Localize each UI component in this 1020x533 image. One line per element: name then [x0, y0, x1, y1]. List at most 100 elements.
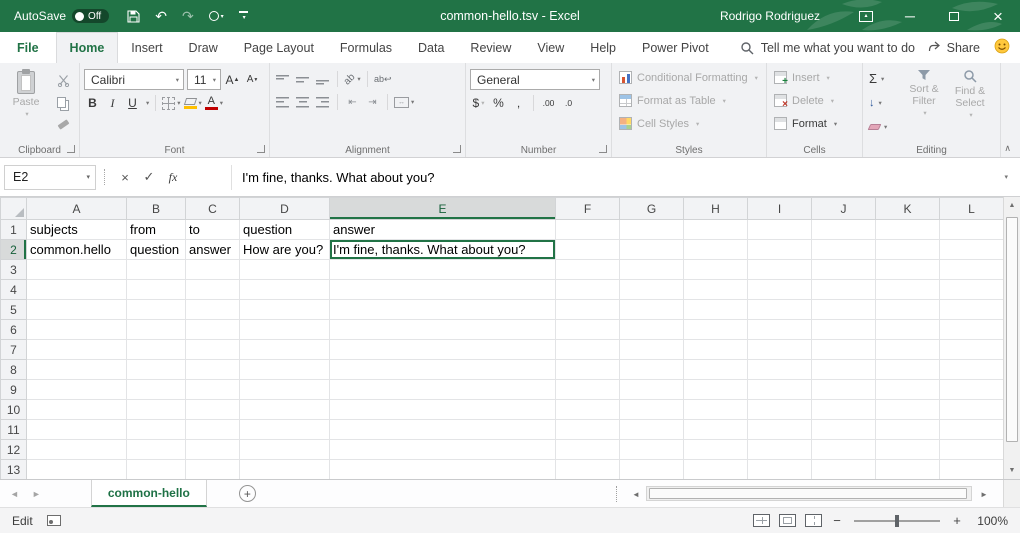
cell-E2[interactable]: I'm fine, thanks. What about you?: [330, 240, 556, 260]
cell-L9[interactable]: [940, 380, 1004, 400]
col-header-I[interactable]: I: [748, 198, 812, 220]
cell-H7[interactable]: [684, 340, 748, 360]
cell-A10[interactable]: [27, 400, 127, 420]
cell-I5[interactable]: [748, 300, 812, 320]
tab-data[interactable]: Data: [405, 32, 457, 63]
col-header-D[interactable]: D: [240, 198, 330, 220]
row-header-4[interactable]: 4: [1, 280, 27, 300]
cell-L3[interactable]: [940, 260, 1004, 280]
tab-view[interactable]: View: [524, 32, 577, 63]
cell-B8[interactable]: [127, 360, 186, 380]
paste-button[interactable]: Paste ▾: [4, 66, 48, 130]
autosave-toggle[interactable]: AutoSave Off: [14, 9, 109, 23]
row-header-10[interactable]: 10: [1, 400, 27, 420]
clear-button[interactable]: ▾: [869, 117, 896, 136]
cell-J13[interactable]: [812, 460, 876, 480]
bottom-align-button[interactable]: [314, 69, 331, 89]
collapse-ribbon-button[interactable]: ∧: [1004, 143, 1011, 154]
cell-K3[interactable]: [876, 260, 940, 280]
number-format-select[interactable]: General▾: [470, 69, 600, 90]
col-header-K[interactable]: K: [876, 198, 940, 220]
cell-A11[interactable]: [27, 420, 127, 440]
cell-D2[interactable]: How are you?: [240, 240, 330, 260]
cell-B13[interactable]: [127, 460, 186, 480]
format-painter-button[interactable]: [58, 118, 69, 130]
cell-B1[interactable]: from: [127, 220, 186, 240]
cell-J12[interactable]: [812, 440, 876, 460]
cell-G10[interactable]: [620, 400, 684, 420]
cell-B4[interactable]: [127, 280, 186, 300]
cell-L1[interactable]: [940, 220, 1004, 240]
cell-E10[interactable]: [330, 400, 556, 420]
increase-indent-button[interactable]: ⇥: [364, 92, 381, 112]
cell-F13[interactable]: [556, 460, 620, 480]
decrease-decimal-button[interactable]: .0: [560, 93, 577, 113]
row-header-3[interactable]: 3: [1, 260, 27, 280]
cell-J6[interactable]: [812, 320, 876, 340]
cell-E7[interactable]: [330, 340, 556, 360]
cell-I4[interactable]: [748, 280, 812, 300]
col-header-F[interactable]: F: [556, 198, 620, 220]
cell-H6[interactable]: [684, 320, 748, 340]
cell-H11[interactable]: [684, 420, 748, 440]
delete-cells-button[interactable]: Delete▾: [771, 89, 858, 112]
cell-J11[interactable]: [812, 420, 876, 440]
tab-help[interactable]: Help: [577, 32, 629, 63]
cell-K11[interactable]: [876, 420, 940, 440]
worksheet-grid[interactable]: ABCDEFGHIJKL1subjectsfromtoquestionanswe…: [0, 197, 1003, 479]
cell-F2[interactable]: [556, 240, 620, 260]
cell-G7[interactable]: [620, 340, 684, 360]
cell-D7[interactable]: [240, 340, 330, 360]
cell-J2[interactable]: [812, 240, 876, 260]
scroll-down-icon[interactable]: ▼: [1004, 462, 1020, 479]
vertical-scrollbar-thumb[interactable]: [1006, 217, 1018, 442]
copy-button[interactable]: [57, 97, 69, 111]
cell-K7[interactable]: [876, 340, 940, 360]
cell-A3[interactable]: [27, 260, 127, 280]
cell-F9[interactable]: [556, 380, 620, 400]
cell-H4[interactable]: [684, 280, 748, 300]
touch-mouse-mode-button[interactable]: ▾: [209, 11, 224, 21]
cell-G11[interactable]: [620, 420, 684, 440]
cell-B7[interactable]: [127, 340, 186, 360]
font-dialog-launcher[interactable]: [257, 145, 265, 153]
feedback-smiley-button[interactable]: [994, 38, 1010, 57]
cell-D11[interactable]: [240, 420, 330, 440]
cell-I6[interactable]: [748, 320, 812, 340]
cell-C3[interactable]: [186, 260, 240, 280]
undo-button[interactable]: ↶: [155, 9, 167, 23]
row-header-9[interactable]: 9: [1, 380, 27, 400]
cell-E3[interactable]: [330, 260, 556, 280]
cell-K6[interactable]: [876, 320, 940, 340]
cell-D10[interactable]: [240, 400, 330, 420]
find-select-button[interactable]: Find & Select ▾: [947, 66, 993, 136]
tab-scroll-divider[interactable]: [616, 486, 617, 502]
row-header-6[interactable]: 6: [1, 320, 27, 340]
cell-K12[interactable]: [876, 440, 940, 460]
cell-C8[interactable]: [186, 360, 240, 380]
cell-E5[interactable]: [330, 300, 556, 320]
wrap-text-button[interactable]: ab↩: [374, 69, 392, 89]
cell-C12[interactable]: [186, 440, 240, 460]
cell-E1[interactable]: answer: [330, 220, 556, 240]
cell-D9[interactable]: [240, 380, 330, 400]
row-header-8[interactable]: 8: [1, 360, 27, 380]
middle-align-button[interactable]: [294, 69, 311, 89]
ribbon-display-options-button[interactable]: ▴: [844, 0, 888, 32]
cell-C11[interactable]: [186, 420, 240, 440]
cell-K1[interactable]: [876, 220, 940, 240]
share-button[interactable]: Share: [926, 41, 980, 55]
underline-dropdown-icon[interactable]: ▾: [146, 99, 149, 107]
cell-E9[interactable]: [330, 380, 556, 400]
cell-L2[interactable]: [940, 240, 1004, 260]
increase-font-size-button[interactable]: A▲: [224, 70, 241, 90]
cell-G13[interactable]: [620, 460, 684, 480]
tell-me-box[interactable]: Tell me what you want to do: [740, 32, 915, 63]
cell-I11[interactable]: [748, 420, 812, 440]
decrease-font-size-button[interactable]: A▼: [244, 70, 261, 90]
cell-B2[interactable]: question: [127, 240, 186, 260]
cell-L10[interactable]: [940, 400, 1004, 420]
orientation-button[interactable]: ab▾: [344, 69, 361, 89]
comma-format-button[interactable]: ,: [510, 93, 527, 113]
cell-L11[interactable]: [940, 420, 1004, 440]
